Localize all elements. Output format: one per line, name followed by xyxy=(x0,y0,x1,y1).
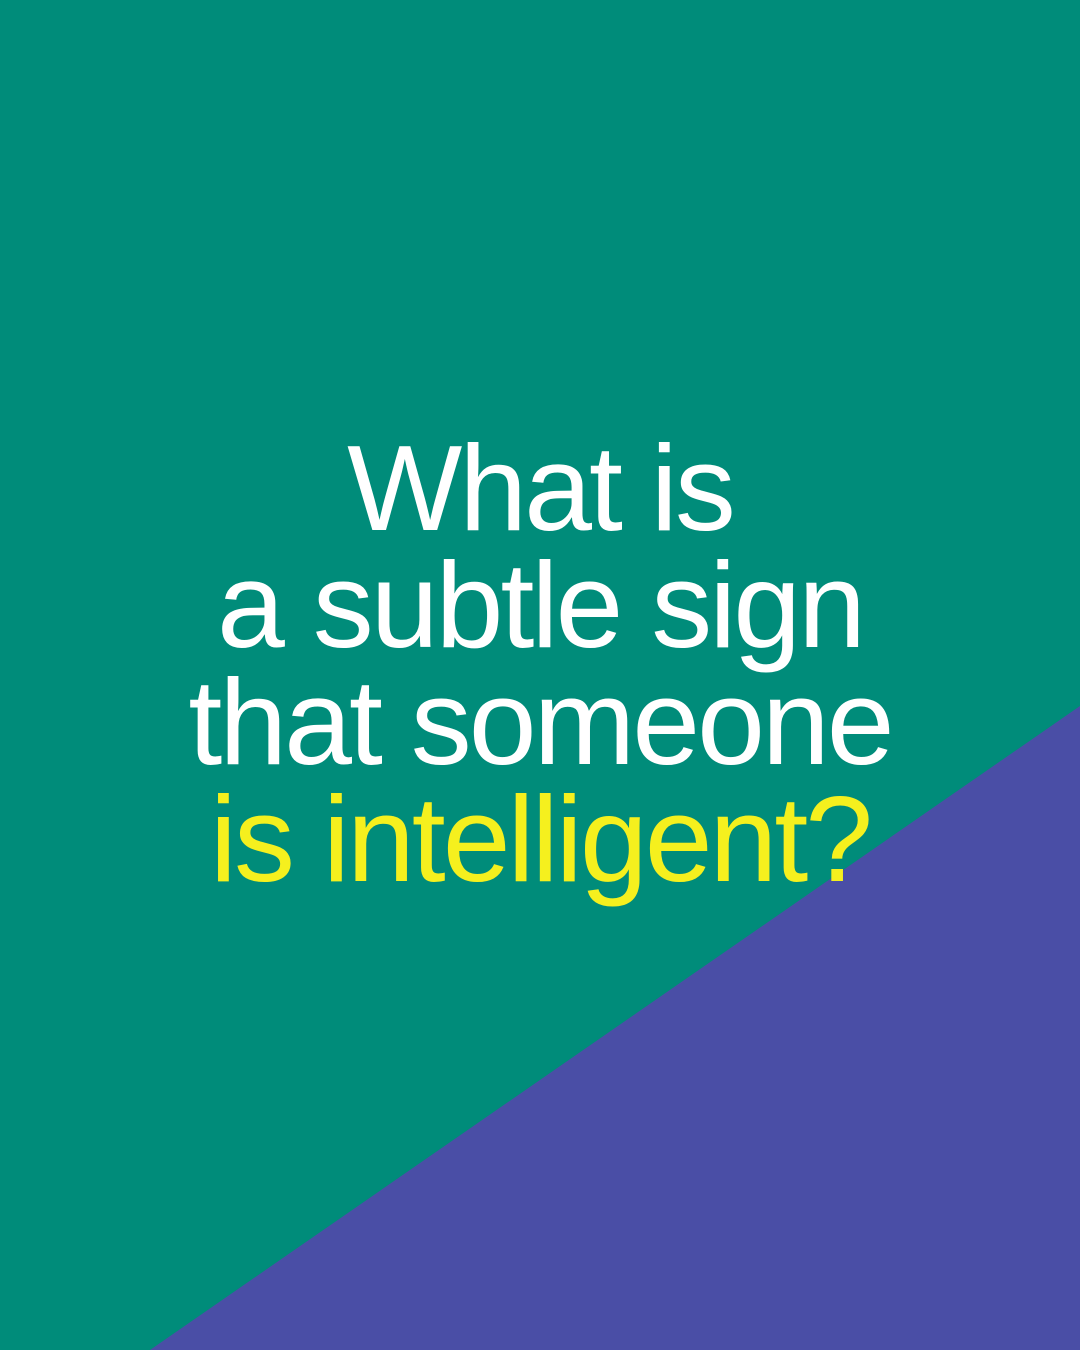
headline: What is a subtle sign that someone is in… xyxy=(0,420,1080,907)
headline-line-2: a subtle sign xyxy=(217,537,866,673)
headline-line-3: that someone xyxy=(188,654,894,790)
headline-line-4-highlight: is intelligent? xyxy=(209,771,873,907)
post-canvas: What is a subtle sign that someone is in… xyxy=(0,0,1080,1350)
headline-line-1: What is xyxy=(347,420,736,556)
